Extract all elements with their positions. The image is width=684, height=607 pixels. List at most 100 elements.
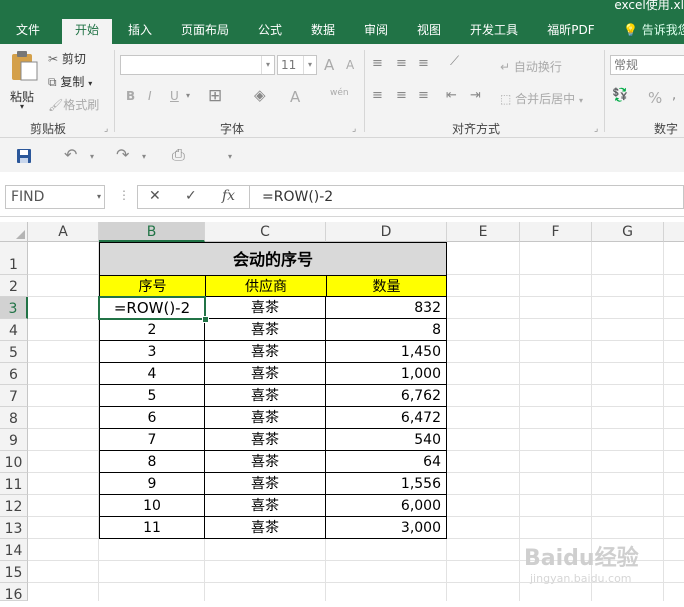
- align-center-icon[interactable]: ≡: [396, 88, 407, 103]
- tab-page-layout[interactable]: 页面布局: [176, 19, 234, 44]
- tab-review[interactable]: 审阅: [358, 19, 394, 44]
- column-header-partial[interactable]: [664, 222, 684, 242]
- italic-button[interactable]: I: [148, 89, 152, 103]
- more-options-icon[interactable]: ⋮: [118, 188, 130, 202]
- header-cell-supplier[interactable]: 供应商: [205, 275, 326, 297]
- align-bottom-icon[interactable]: ≡: [418, 56, 429, 71]
- table-cell-qty[interactable]: 1,556: [326, 473, 447, 495]
- table-cell-seq[interactable]: 7: [99, 429, 205, 451]
- table-cell-qty[interactable]: 1,450: [326, 341, 447, 363]
- tab-foxit-pdf[interactable]: 福昕PDF: [541, 19, 601, 44]
- tab-file[interactable]: 文件: [8, 19, 48, 44]
- chevron-down-icon[interactable]: ▾: [142, 152, 146, 161]
- font-color-button[interactable]: A: [290, 88, 300, 106]
- font-name-select[interactable]: ▾: [120, 55, 275, 75]
- row-header-9[interactable]: 9: [0, 429, 28, 451]
- column-header-d[interactable]: D: [326, 222, 447, 242]
- row-header-1[interactable]: 1: [0, 242, 28, 275]
- table-cell-seq[interactable]: 10: [99, 495, 205, 517]
- table-cell-supplier[interactable]: 喜茶: [205, 495, 326, 517]
- row-header-2[interactable]: 2: [0, 275, 28, 297]
- row-header-10[interactable]: 10: [0, 451, 28, 473]
- table-cell-qty[interactable]: 1,000: [326, 363, 447, 385]
- row-header-11[interactable]: 11: [0, 473, 28, 495]
- currency-icon[interactable]: 💱: [612, 88, 628, 103]
- tab-view[interactable]: 视图: [411, 19, 447, 44]
- select-all-button[interactable]: [0, 222, 28, 242]
- paste-button[interactable]: 粘贴 ▾: [6, 50, 42, 111]
- orientation-icon[interactable]: ⟋: [450, 54, 459, 69]
- table-cell-seq[interactable]: 6: [99, 407, 205, 429]
- align-top-icon[interactable]: ≡: [372, 56, 383, 71]
- fill-color-icon[interactable]: ◈: [254, 86, 266, 104]
- column-header-e[interactable]: E: [447, 222, 520, 242]
- chevron-down-icon[interactable]: ▾: [90, 152, 94, 161]
- column-header-f[interactable]: F: [520, 222, 592, 242]
- table-cell-qty[interactable]: 6,762: [326, 385, 447, 407]
- table-cell-supplier[interactable]: 喜茶: [205, 407, 326, 429]
- table-cell-supplier[interactable]: 喜茶: [205, 297, 326, 319]
- row-header-5[interactable]: 5: [0, 341, 28, 363]
- fill-handle[interactable]: [202, 316, 209, 323]
- percent-button[interactable]: %: [648, 89, 662, 107]
- table-cell-supplier[interactable]: 喜茶: [205, 341, 326, 363]
- shrink-font-button[interactable]: A: [346, 58, 354, 72]
- table-cell-qty[interactable]: 8: [326, 319, 447, 341]
- increase-indent-icon[interactable]: ⇥: [470, 88, 481, 103]
- row-header-3[interactable]: 3: [0, 297, 28, 319]
- align-left-icon[interactable]: ≡: [372, 88, 383, 103]
- row-header-15[interactable]: 15: [0, 561, 28, 583]
- comma-style-icon[interactable]: ,: [672, 88, 676, 103]
- phonetic-button[interactable]: wén: [330, 88, 349, 98]
- cancel-icon[interactable]: ✕: [149, 188, 161, 204]
- undo-icon[interactable]: ↶: [64, 145, 77, 164]
- save-icon[interactable]: [16, 148, 32, 164]
- row-header-7[interactable]: 7: [0, 385, 28, 407]
- tab-developer[interactable]: 开发工具: [465, 19, 523, 44]
- row-header-4[interactable]: 4: [0, 319, 28, 341]
- tab-home[interactable]: 开始: [62, 19, 112, 44]
- bold-button[interactable]: B: [126, 89, 135, 103]
- header-cell-qty[interactable]: 数量: [326, 275, 447, 297]
- table-cell-seq[interactable]: 11: [99, 517, 205, 539]
- table-cell-supplier[interactable]: 喜茶: [205, 429, 326, 451]
- table-cell-supplier[interactable]: 喜茶: [205, 451, 326, 473]
- column-header-c[interactable]: C: [205, 222, 326, 242]
- border-icon[interactable]: ⊞: [208, 86, 222, 106]
- copy-button[interactable]: ⧉ 复制 ▾: [48, 73, 92, 90]
- table-cell-seq[interactable]: 5: [99, 385, 205, 407]
- table-cell-supplier[interactable]: 喜茶: [205, 473, 326, 495]
- active-cell-b3[interactable]: =ROW()-2: [98, 296, 206, 320]
- customize-toolbar-icon[interactable]: ▾: [228, 152, 232, 161]
- header-cell-seq[interactable]: 序号: [99, 275, 205, 297]
- table-title-cell[interactable]: 会动的序号: [99, 242, 447, 275]
- underline-button[interactable]: U: [170, 89, 179, 103]
- font-size-select[interactable]: 11 ▾: [277, 55, 317, 75]
- table-cell-seq[interactable]: 3: [99, 341, 205, 363]
- column-header-g[interactable]: G: [592, 222, 664, 242]
- align-middle-icon[interactable]: ≡: [396, 56, 407, 71]
- table-cell-qty[interactable]: 64: [326, 451, 447, 473]
- table-cell-qty[interactable]: 6,000: [326, 495, 447, 517]
- format-painter-button[interactable]: 🖌格式刷: [48, 96, 99, 113]
- tell-me-search[interactable]: 💡 告诉我您: [623, 19, 684, 41]
- align-right-icon[interactable]: ≡: [418, 88, 429, 103]
- table-cell-seq[interactable]: 2: [99, 319, 205, 341]
- table-cell-supplier[interactable]: 喜茶: [205, 363, 326, 385]
- formula-input[interactable]: =ROW()-2: [249, 185, 684, 209]
- table-cell-seq[interactable]: 4: [99, 363, 205, 385]
- column-header-a[interactable]: A: [28, 222, 99, 242]
- wrap-text-button[interactable]: ↵ 自动换行: [500, 58, 562, 75]
- grow-font-button[interactable]: A: [324, 56, 334, 74]
- table-cell-supplier[interactable]: 喜茶: [205, 517, 326, 539]
- dialog-launcher-icon[interactable]: ⌟: [352, 124, 356, 134]
- decrease-indent-icon[interactable]: ⇤: [446, 88, 457, 103]
- number-format-select[interactable]: 常规: [610, 55, 684, 75]
- row-header-14[interactable]: 14: [0, 539, 28, 561]
- enter-icon[interactable]: ✓: [185, 188, 197, 204]
- cut-button[interactable]: ✂ 剪切: [48, 50, 86, 67]
- table-cell-qty[interactable]: 3,000: [326, 517, 447, 539]
- table-cell-qty[interactable]: 832: [326, 297, 447, 319]
- tab-insert[interactable]: 插入: [122, 19, 158, 44]
- table-cell-qty[interactable]: 6,472: [326, 407, 447, 429]
